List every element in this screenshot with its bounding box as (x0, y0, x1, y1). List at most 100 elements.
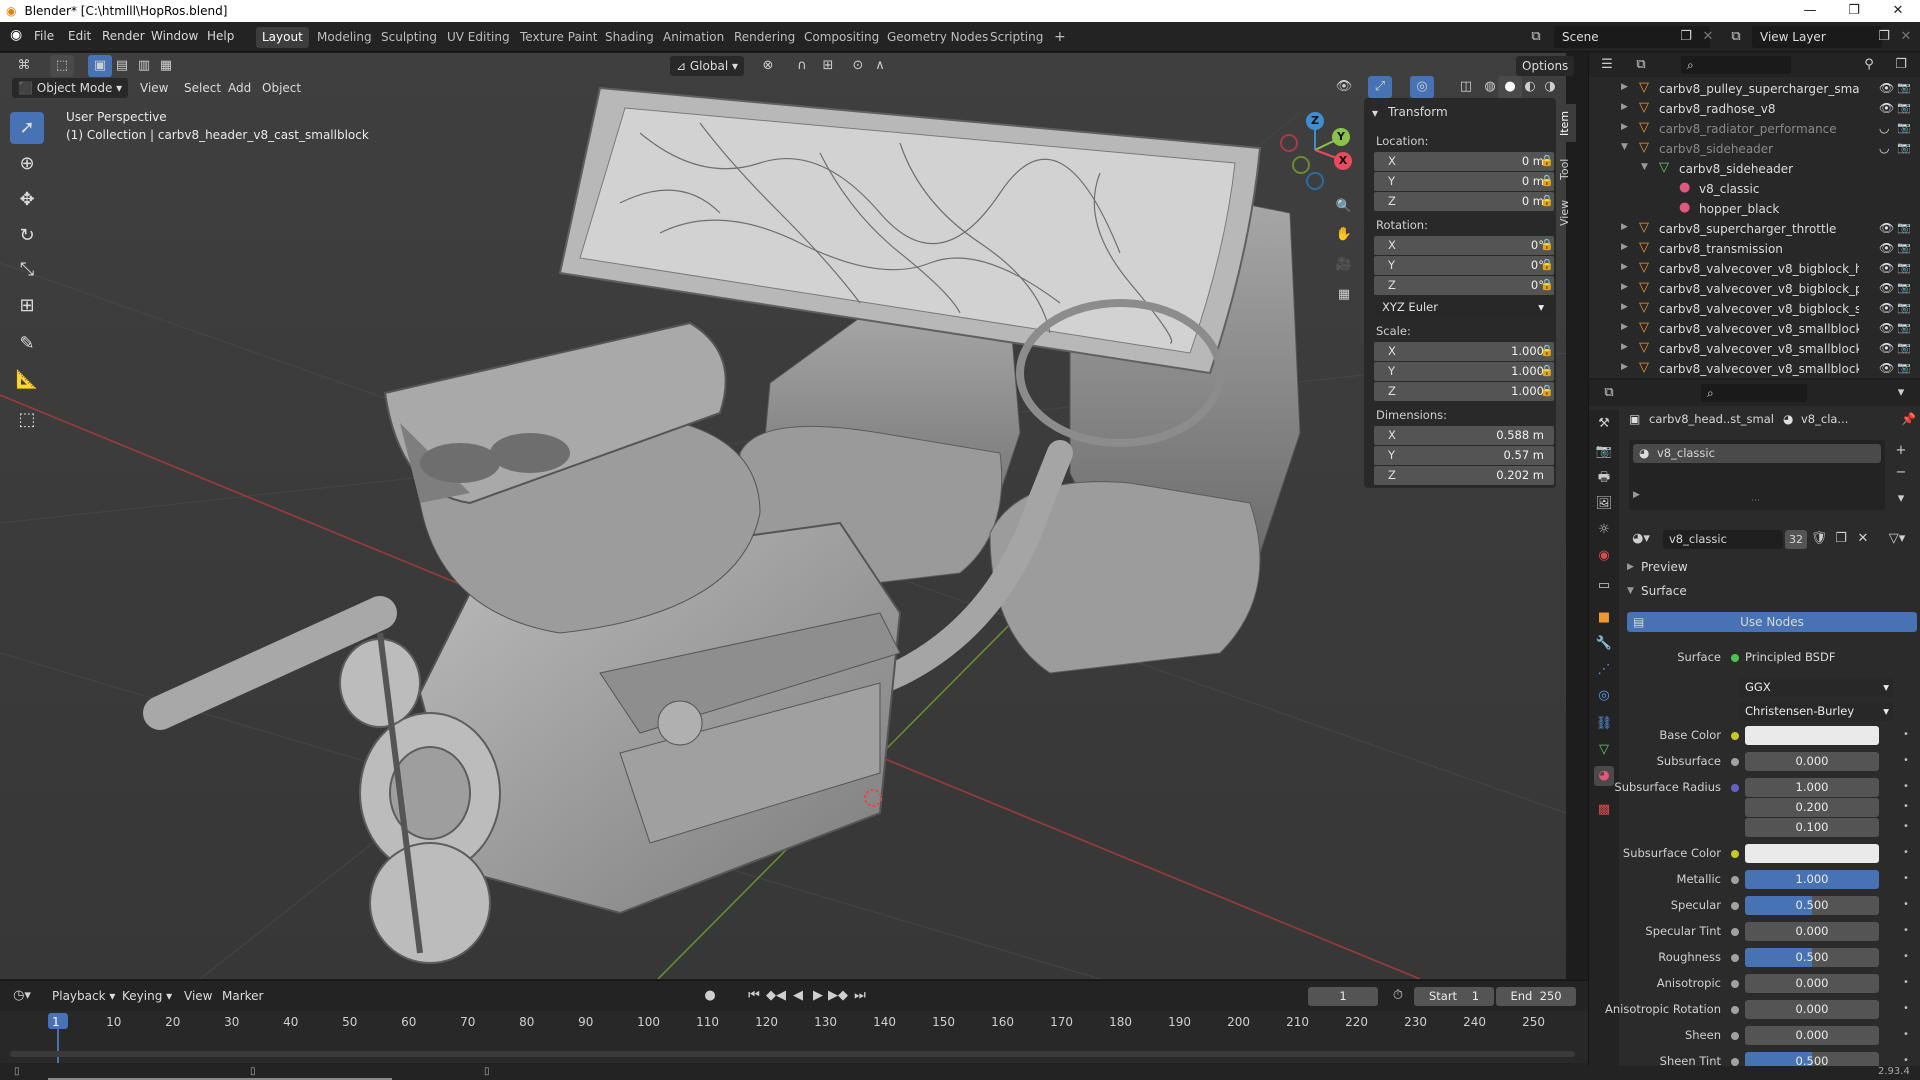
outliner-row[interactable]: ▶ ▽ carbv8_radiator_performance ◡ 📷 (1589, 119, 1920, 139)
socket-icon[interactable] (1731, 758, 1739, 766)
mode-dropdown[interactable]: ⬛ Object Mode ▾ (12, 78, 129, 98)
menu-playback[interactable]: Playback ▾ (46, 986, 121, 1006)
view-layer-tab-icon[interactable]: 🖼 (1594, 494, 1614, 514)
gizmo-z-icon[interactable]: Z (1306, 112, 1324, 130)
visibility-eye-icon[interactable]: 👁 (1879, 241, 1894, 255)
outliner-row[interactable]: ▶ ▽ carbv8_valvecover_v8_bigblock_pe 👁 📷 (1589, 279, 1920, 299)
render-camera-icon[interactable]: 📷 (1897, 141, 1911, 154)
socket-icon[interactable] (1731, 784, 1739, 792)
outliner-editor-type-icon[interactable]: ☰ (1595, 54, 1619, 76)
socket-icon[interactable] (1731, 1058, 1739, 1066)
collapse-icon[interactable]: ▾ (1372, 106, 1378, 120)
close-icon[interactable]: ✕ (1876, 0, 1920, 22)
keyframe-dot-icon[interactable]: • (1903, 951, 1909, 962)
editor-type-icon[interactable]: ⌘ (12, 55, 36, 77)
rotation-y-field[interactable]: Y 0° (1374, 256, 1554, 275)
param-value-field[interactable]: 0.000 (1745, 974, 1879, 993)
param-value-field[interactable]: 1.000 (1745, 778, 1879, 797)
socket-icon[interactable] (1731, 732, 1739, 740)
snap-icon[interactable]: ∩ (790, 55, 814, 77)
tab-sculpting[interactable]: Sculpting (375, 27, 443, 48)
outliner-row[interactable]: ▶ ▽ carbv8_valvecover_v8_smallblock_j 👁 📷 (1589, 339, 1920, 359)
start-frame-field[interactable]: Start 1 (1414, 987, 1494, 1006)
outliner-row[interactable]: ▼ ▽ carbv8_sideheader ◡ 📷 (1589, 139, 1920, 159)
remove-slot-icon[interactable]: − (1889, 462, 1913, 484)
menu-add[interactable]: Add (222, 78, 257, 98)
tab-geometry-nodes[interactable]: Geometry Nodes (881, 27, 994, 48)
scale-z-field[interactable]: Z 1.000 (1374, 382, 1554, 401)
render-camera-icon[interactable]: 📷 (1897, 221, 1911, 234)
outliner-row[interactable]: ● v8_classic (1589, 179, 1920, 199)
gizmo-neg-y-icon[interactable] (1292, 156, 1310, 174)
visibility-eye-icon[interactable]: 👁 (1879, 101, 1894, 115)
keyframe-dot-icon[interactable]: • (1903, 899, 1909, 910)
expand-icon[interactable]: ▶ (1633, 490, 1640, 500)
blender-menu-icon[interactable]: ◉ (10, 27, 22, 43)
measure-tool-icon[interactable]: 📐 (10, 364, 44, 396)
users-count[interactable]: 32 (1785, 530, 1807, 549)
add-slot-icon[interactable]: + (1889, 440, 1913, 462)
outliner-row[interactable]: ● hopper_black (1589, 199, 1920, 219)
param-value-field[interactable]: 0.000 (1745, 922, 1879, 941)
move-tool-icon[interactable]: ✥ (10, 184, 44, 216)
color-swatch[interactable] (1745, 844, 1879, 863)
material-name-field[interactable]: v8_classic (1663, 530, 1783, 549)
keyframe-dot-icon[interactable]: • (1903, 977, 1909, 988)
display-mode-icon[interactable]: ⧉ (1629, 54, 1653, 76)
collapse-right-icon[interactable]: ▶ (1627, 562, 1634, 572)
keyframe-dot-icon[interactable]: • (1903, 781, 1909, 792)
param-value-field[interactable]: 0.200 (1745, 798, 1879, 817)
visibility-eye-icon[interactable]: ◡ (1879, 141, 1889, 155)
cursor-tool-icon[interactable]: ⊕ (10, 148, 44, 180)
socket-icon[interactable] (1731, 1032, 1739, 1040)
gizmo-neg-x-icon[interactable] (1280, 134, 1298, 152)
scale-x-field[interactable]: X 1.000 (1374, 342, 1554, 361)
render-camera-icon[interactable]: 📷 (1897, 341, 1911, 354)
socket-icon[interactable] (1731, 928, 1739, 936)
proportional-edit-icon[interactable]: ⊙ (846, 55, 870, 77)
menu-object[interactable]: Object (256, 78, 307, 98)
next-keyframe-icon[interactable]: ▶◆ (826, 985, 850, 1007)
select-tool-icon[interactable]: ➚ (10, 112, 44, 144)
visibility-eye-icon[interactable]: 👁 (1879, 341, 1894, 355)
select-intersect-icon[interactable]: ▦ (154, 55, 178, 77)
view-layer-browse-icon[interactable]: ⧉ (1724, 26, 1748, 48)
keyframe-dot-icon[interactable]: • (1903, 873, 1909, 884)
outliner-row[interactable]: ▶ ▽ carbv8_valvecover_v8_bigblock_sta 👁 📷 (1589, 299, 1920, 319)
world-tab-icon[interactable]: ◉ (1594, 546, 1614, 566)
tab-uv-editing[interactable]: UV Editing (441, 27, 516, 48)
unlink-material-icon[interactable]: ✕ (1851, 528, 1875, 550)
jump-end-icon[interactable]: ⏭ (848, 985, 872, 1007)
visibility-eye-icon[interactable]: 👁 (1879, 321, 1894, 335)
outliner-search-input[interactable]: ⌕ (1681, 56, 1791, 74)
expand-arrow-icon[interactable]: ▶ (1621, 302, 1628, 312)
dimensions-y-field[interactable]: Y 0.57 m (1374, 446, 1554, 465)
socket-icon[interactable] (1731, 876, 1739, 884)
expand-arrow-icon[interactable]: ▶ (1621, 242, 1628, 252)
menu-file[interactable]: File (34, 29, 54, 43)
visibility-eye-icon[interactable]: ◡ (1879, 121, 1889, 135)
keyframe-dot-icon[interactable]: • (1903, 755, 1909, 766)
link-data-icon[interactable]: ▽▾ (1885, 528, 1909, 550)
menu-render[interactable]: Render (102, 29, 145, 43)
gizmo-toggle-icon[interactable]: ⤢ (1368, 76, 1392, 98)
rotation-mode-dropdown[interactable]: XYZ Euler ▾ (1374, 298, 1554, 317)
add-workspace-icon[interactable]: + (1048, 27, 1072, 48)
tab-shading[interactable]: Shading (599, 27, 660, 48)
resize-handle-icon[interactable]: ⋯ (1751, 496, 1760, 506)
end-frame-field[interactable]: End 250 (1496, 987, 1576, 1006)
delete-view-layer-icon[interactable]: ✕ (1894, 26, 1918, 48)
new-collection-icon[interactable]: ❐ (1889, 54, 1913, 76)
tab-tool[interactable]: Tool (1558, 150, 1576, 188)
prev-keyframe-icon[interactable]: ◆◀ (764, 985, 788, 1007)
pivot-icon[interactable]: ⊗ (756, 55, 780, 77)
socket-icon[interactable] (1731, 954, 1739, 962)
gizmo-neg-z-icon[interactable] (1306, 172, 1324, 190)
subsurface-method-dropdown[interactable]: Christensen-Burley ▾ (1739, 702, 1893, 721)
surface-shader-value[interactable]: Principled BSDF (1745, 650, 1835, 664)
param-value-field[interactable]: 0.500 (1745, 948, 1879, 967)
socket-icon[interactable] (1731, 850, 1739, 858)
record-icon[interactable]: ● (698, 985, 722, 1007)
expand-arrow-icon[interactable]: ▶ (1621, 342, 1628, 352)
rotation-z-field[interactable]: Z 0° (1374, 276, 1554, 295)
